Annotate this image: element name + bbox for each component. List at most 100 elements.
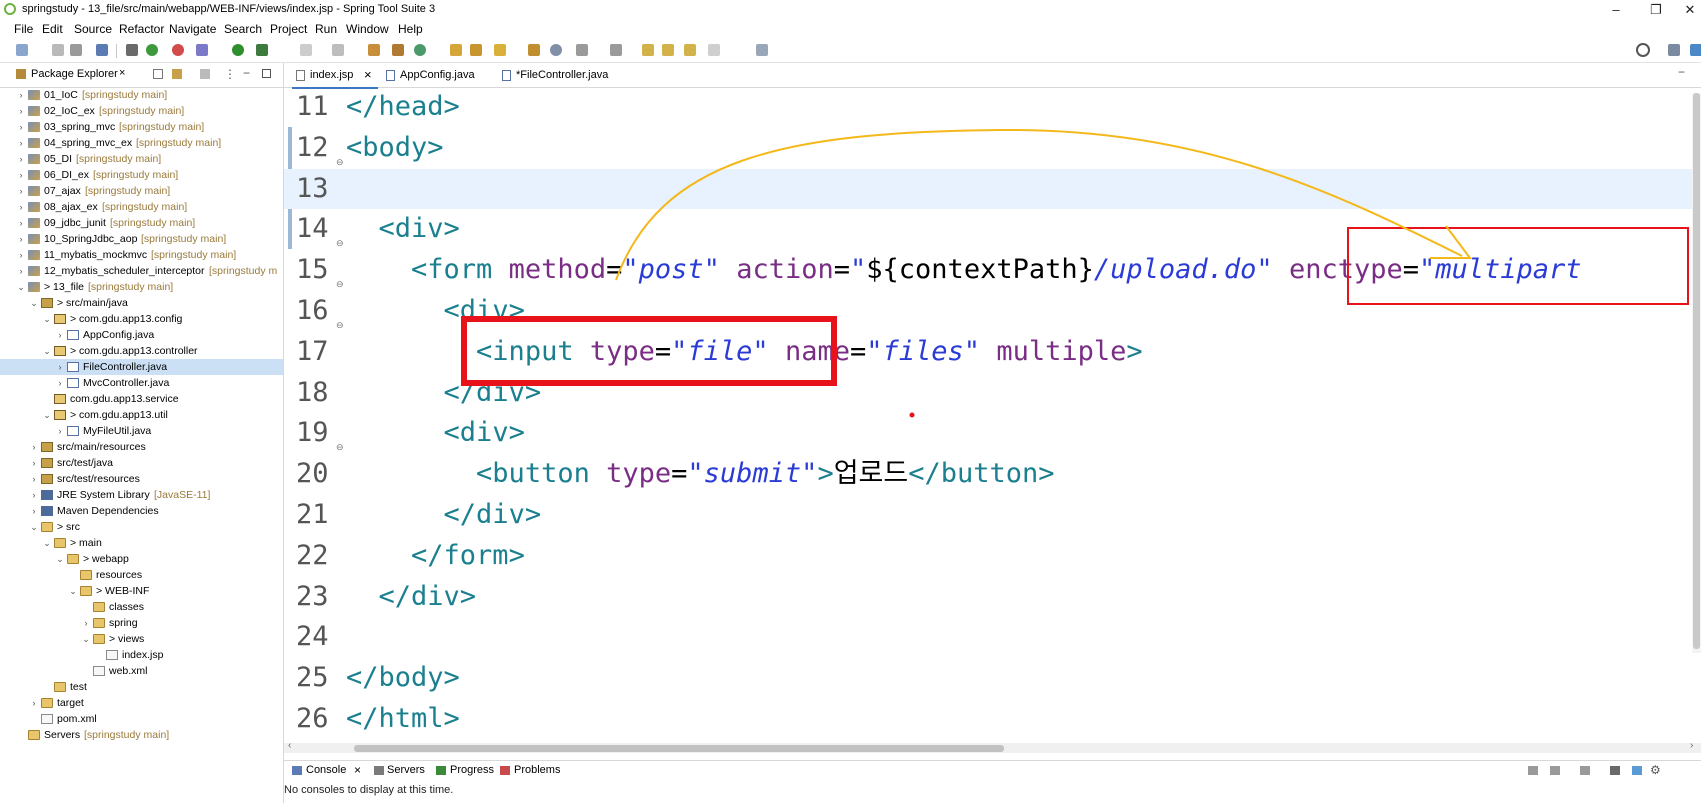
- expand-toggle-icon[interactable]: ›: [16, 103, 26, 119]
- expand-toggle-icon[interactable]: ⌄: [42, 311, 52, 327]
- tree-item[interactable]: › src/main/resources: [0, 439, 283, 455]
- minimize-button[interactable]: –: [1602, 1, 1630, 19]
- back-icon[interactable]: [662, 44, 674, 56]
- last-edit-icon[interactable]: [642, 44, 654, 56]
- code-line[interactable]: 18 </div>: [284, 373, 1701, 413]
- tree-item[interactable]: pom.xml: [0, 711, 283, 727]
- tree-item[interactable]: ⌄ > main: [0, 535, 283, 551]
- horizontal-scrollbar[interactable]: ‹ ›: [284, 740, 1701, 753]
- expand-toggle-icon[interactable]: ⌄: [29, 519, 39, 535]
- tree-item[interactable]: Servers [springstudy main]: [0, 727, 283, 743]
- console-clear-icon[interactable]: [1528, 766, 1538, 775]
- package-explorer-close-icon[interactable]: ×: [119, 67, 125, 79]
- expand-toggle-icon[interactable]: ›: [16, 231, 26, 247]
- code-line[interactable]: 21 </div>: [284, 495, 1701, 535]
- expand-toggle-icon[interactable]: ›: [29, 503, 39, 519]
- menu-refactor[interactable]: Refactor: [119, 22, 164, 36]
- editor-tab-filecontroller[interactable]: *FileController.java: [494, 63, 634, 87]
- link-with-editor-icon[interactable]: [172, 69, 182, 79]
- expand-toggle-icon[interactable]: ⌄: [42, 343, 52, 359]
- code-line[interactable]: 19 ⊖ <div>: [284, 413, 1701, 453]
- expand-toggle-icon[interactable]: ⌄: [29, 295, 39, 311]
- minimize-view-icon[interactable]: −: [243, 66, 250, 80]
- scroll-right-icon[interactable]: ›: [1690, 740, 1693, 751]
- expand-toggle-icon[interactable]: ›: [29, 455, 39, 471]
- tree-item[interactable]: › 08_ajax_ex [springstudy main]: [0, 199, 283, 215]
- horizontal-scrollbar-thumb[interactable]: [354, 745, 1004, 752]
- editor-tab-appconfig[interactable]: AppConfig.java: [378, 63, 488, 87]
- run-external-icon[interactable]: [256, 44, 268, 56]
- menu-project[interactable]: Project: [270, 22, 307, 36]
- search-icon[interactable]: [1636, 43, 1650, 57]
- tree-item[interactable]: ⌄ > com.gdu.app13.config: [0, 311, 283, 327]
- tree-item[interactable]: › 10_SpringJdbc_aop [springstudy main]: [0, 231, 283, 247]
- debug-icon[interactable]: [196, 44, 208, 56]
- tree-item[interactable]: › 06_DI_ex [springstudy main]: [0, 167, 283, 183]
- tree-item[interactable]: › MyFileUtil.java: [0, 423, 283, 439]
- tree-item[interactable]: › 09_jdbc_junit [springstudy main]: [0, 215, 283, 231]
- expand-toggle-icon[interactable]: ⌄: [16, 279, 26, 295]
- expand-toggle-icon[interactable]: ⌄: [42, 407, 52, 423]
- tree-item[interactable]: classes: [0, 599, 283, 615]
- save-all-icon[interactable]: [70, 44, 82, 56]
- vertical-scrollbar-thumb[interactable]: [1693, 93, 1700, 649]
- terminal-icon[interactable]: [96, 44, 108, 56]
- tree-item[interactable]: › Maven Dependencies: [0, 503, 283, 519]
- stop-icon[interactable]: [172, 44, 184, 56]
- menu-file[interactable]: File: [14, 22, 33, 36]
- editor-tab-close-icon[interactable]: ×: [364, 63, 372, 87]
- expand-toggle-icon[interactable]: ›: [16, 167, 26, 183]
- menu-help[interactable]: Help: [398, 22, 423, 36]
- tree-item[interactable]: index.jsp: [0, 647, 283, 663]
- servers-tab-label[interactable]: Servers: [387, 764, 425, 776]
- expand-toggle-icon[interactable]: ›: [29, 695, 39, 711]
- tree-item[interactable]: ⌄ > webapp: [0, 551, 283, 567]
- pin-editor-icon[interactable]: [756, 44, 768, 56]
- tree-item[interactable]: › 01_IoC [springstudy main]: [0, 87, 283, 103]
- expand-toggle-icon[interactable]: ›: [29, 487, 39, 503]
- spring-boot-icon[interactable]: [146, 44, 158, 56]
- menu-search[interactable]: Search: [224, 22, 262, 36]
- menu-navigate[interactable]: Navigate: [169, 22, 216, 36]
- tree-item[interactable]: › JRE System Library [JavaSE-11]: [0, 487, 283, 503]
- open-task-icon[interactable]: [470, 44, 482, 56]
- code-line[interactable]: 13: [284, 168, 1701, 209]
- expand-toggle-icon[interactable]: ›: [16, 215, 26, 231]
- menu-source[interactable]: Source: [74, 22, 112, 36]
- menu-run[interactable]: Run: [315, 22, 337, 36]
- code-line[interactable]: 12 ⊖ <body>: [284, 128, 1701, 168]
- code-line[interactable]: 17 <input type="file" name="files" multi…: [284, 332, 1701, 372]
- tree-item[interactable]: › FileController.java: [0, 359, 283, 375]
- view-menu-icon[interactable]: ⋮: [224, 67, 236, 81]
- tree-item[interactable]: › AppConfig.java: [0, 327, 283, 343]
- tree-item[interactable]: › src/test/resources: [0, 471, 283, 487]
- expand-toggle-icon[interactable]: ›: [29, 439, 39, 455]
- tree-item[interactable]: ⌄ > views: [0, 631, 283, 647]
- toggle-icon[interactable]: [126, 44, 138, 56]
- next-annotation-icon[interactable]: [576, 44, 588, 56]
- expand-toggle-icon[interactable]: ›: [55, 423, 65, 439]
- menu-edit[interactable]: Edit: [42, 22, 63, 36]
- problems-tab-label[interactable]: Problems: [514, 764, 560, 776]
- maximize-view-icon[interactable]: [262, 69, 271, 78]
- expand-toggle-icon[interactable]: ›: [55, 359, 65, 375]
- tree-item[interactable]: ⌄ > src: [0, 519, 283, 535]
- profile-icon[interactable]: [332, 44, 344, 56]
- editor-tab-index-jsp[interactable]: index.jsp ×: [292, 63, 378, 89]
- collapse-all-icon[interactable]: [153, 69, 163, 79]
- tree-item[interactable]: › 11_mybatis_mockmvc [springstudy main]: [0, 247, 283, 263]
- code-line[interactable]: 11 </head>: [284, 87, 1701, 127]
- console-display-icon[interactable]: [1550, 766, 1560, 775]
- tree-item[interactable]: ⌄ > com.gdu.app13.controller: [0, 343, 283, 359]
- code-line[interactable]: 16 ⊖ <div>: [284, 291, 1701, 331]
- close-button[interactable]: ✕: [1676, 1, 1701, 19]
- tree-item[interactable]: › 04_spring_mvc_ex [springstudy main]: [0, 135, 283, 151]
- perspective-icon[interactable]: [1668, 44, 1680, 56]
- expand-toggle-icon[interactable]: ›: [55, 327, 65, 343]
- tree-item[interactable]: › spring: [0, 615, 283, 631]
- tree-item[interactable]: ⌄ > com.gdu.app13.util: [0, 407, 283, 423]
- expand-toggle-icon[interactable]: ⌄: [81, 631, 91, 647]
- code-line[interactable]: 20 <button type="submit">업로드</button>: [284, 454, 1701, 494]
- forward-icon[interactable]: [684, 44, 696, 56]
- tree-item[interactable]: test: [0, 679, 283, 695]
